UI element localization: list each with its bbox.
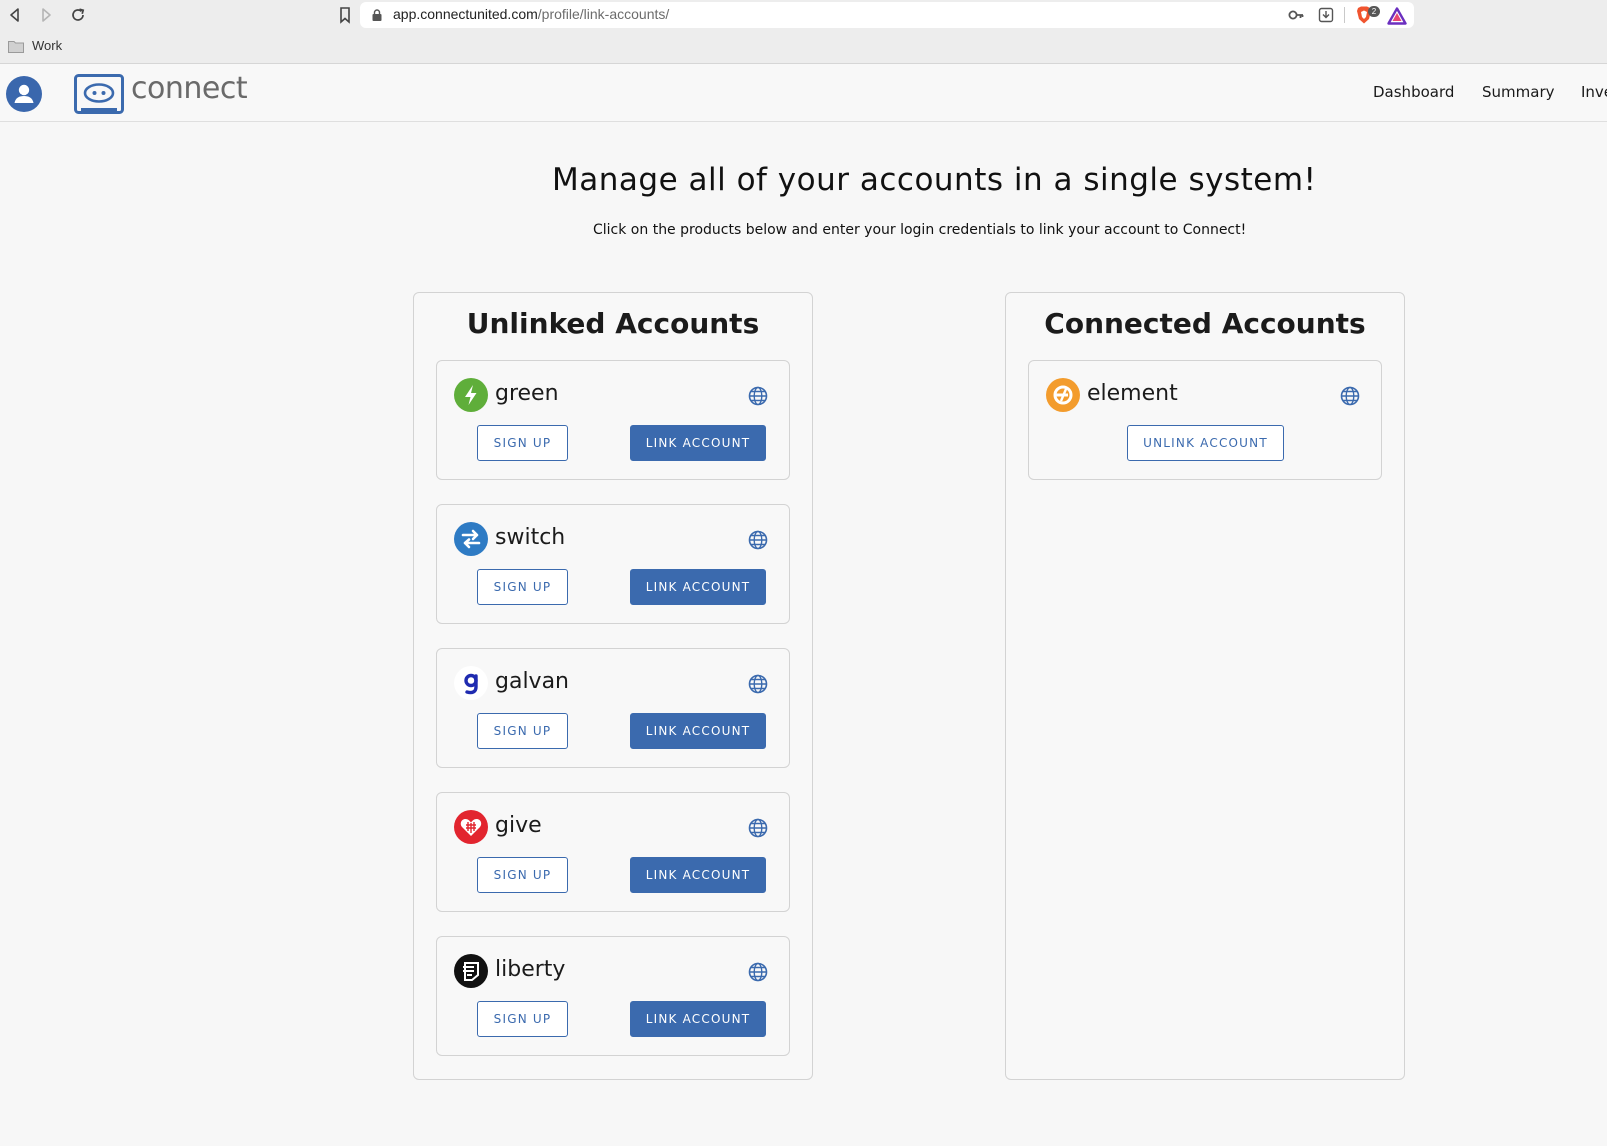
account-name: element	[1087, 381, 1178, 406]
browser-toolbar: app.connectunited.com/profile/link-accou…	[0, 0, 1607, 30]
page-subtitle: Click on the products below and enter yo…	[593, 222, 1247, 238]
sign-up-button[interactable]: SIGN UP	[477, 1001, 568, 1037]
brave-rewards-icon[interactable]	[1387, 7, 1407, 25]
app-header: connect Dashboard Summary Inve	[0, 64, 1607, 122]
liberty-logo-icon	[454, 954, 488, 988]
account-card-give: give SIGN UP LINK ACCOUNT	[436, 792, 790, 912]
account-name: green	[495, 381, 559, 406]
forward-button[interactable]	[37, 6, 55, 24]
bookmark-folder-work[interactable]: Work	[32, 38, 62, 53]
lock-icon	[372, 9, 382, 21]
sign-up-button[interactable]: SIGN UP	[477, 425, 568, 461]
element-logo-icon	[1046, 378, 1080, 412]
url-host: app.connectunited.com	[393, 6, 538, 22]
user-icon	[14, 84, 34, 103]
nav-summary[interactable]: Summary	[1482, 83, 1555, 101]
bookmark-button[interactable]	[338, 6, 352, 24]
bookmarks-bar: Work	[0, 30, 1607, 64]
bookmark-icon	[340, 7, 350, 24]
account-card-element: element UNLINK ACCOUNT	[1028, 360, 1382, 480]
reload-button[interactable]	[69, 6, 87, 24]
account-name: liberty	[495, 957, 566, 982]
forward-icon	[42, 8, 51, 22]
back-button[interactable]	[6, 6, 24, 24]
key-icon[interactable]	[1288, 8, 1304, 22]
page-title: Manage all of your accounts in a single …	[552, 162, 1317, 198]
account-name: galvan	[495, 669, 570, 694]
account-name: switch	[495, 525, 566, 550]
back-icon	[10, 8, 19, 22]
switch-logo-icon	[454, 522, 488, 556]
account-card-switch: switch SIGN UP LINK ACCOUNT	[436, 504, 790, 624]
sign-up-button[interactable]: SIGN UP	[477, 713, 568, 749]
sign-up-button[interactable]: SIGN UP	[477, 569, 568, 605]
address-bar[interactable]: app.connectunited.com/profile/link-accou…	[360, 2, 1414, 28]
folder-icon	[8, 41, 24, 53]
account-card-green: green SIGN UP LINK ACCOUNT	[436, 360, 790, 480]
give-logo-icon	[454, 810, 488, 844]
toolbar-separator	[1344, 7, 1345, 23]
nav-dashboard[interactable]: Dashboard	[1373, 83, 1454, 101]
link-account-button[interactable]: LINK ACCOUNT	[630, 713, 766, 749]
globe-icon[interactable]	[748, 962, 768, 982]
link-account-button[interactable]: LINK ACCOUNT	[630, 569, 766, 605]
logo-text[interactable]: connect	[131, 71, 248, 106]
globe-icon[interactable]	[1340, 386, 1360, 406]
account-card-galvan: galvan SIGN UP LINK ACCOUNT	[436, 648, 790, 768]
shields-count-badge: 2	[1368, 6, 1380, 17]
download-icon[interactable]	[1318, 7, 1334, 23]
globe-icon[interactable]	[748, 818, 768, 838]
account-name: give	[495, 813, 542, 838]
link-account-button[interactable]: LINK ACCOUNT	[630, 857, 766, 893]
user-avatar-button[interactable]	[6, 76, 42, 112]
reload-icon	[72, 8, 85, 21]
galvan-logo-icon	[454, 666, 488, 700]
unlink-account-button[interactable]: UNLINK ACCOUNT	[1127, 425, 1284, 461]
globe-icon[interactable]	[748, 530, 768, 550]
connected-accounts-panel: Connected Accounts element UNLINK ACCOUN…	[1005, 292, 1405, 1080]
link-account-button[interactable]: LINK ACCOUNT	[630, 1001, 766, 1037]
unlinked-accounts-panel: Unlinked Accounts green SIGN UP LINK ACC…	[413, 292, 813, 1080]
account-card-liberty: liberty SIGN UP LINK ACCOUNT	[436, 936, 790, 1056]
url-path: /profile/link-accounts/	[537, 6, 670, 22]
link-account-button[interactable]: LINK ACCOUNT	[630, 425, 766, 461]
url-text[interactable]: app.connectunited.com/profile/link-accou…	[393, 6, 669, 22]
unlinked-accounts-title: Unlinked Accounts	[466, 307, 760, 340]
green-logo-icon	[454, 378, 488, 412]
globe-icon[interactable]	[748, 674, 768, 694]
connected-accounts-title: Connected Accounts	[1044, 307, 1366, 340]
sign-up-button[interactable]: SIGN UP	[477, 857, 568, 893]
connect-logo-icon[interactable]	[74, 74, 124, 114]
globe-icon[interactable]	[748, 386, 768, 406]
nav-investments[interactable]: Inve	[1581, 83, 1607, 101]
